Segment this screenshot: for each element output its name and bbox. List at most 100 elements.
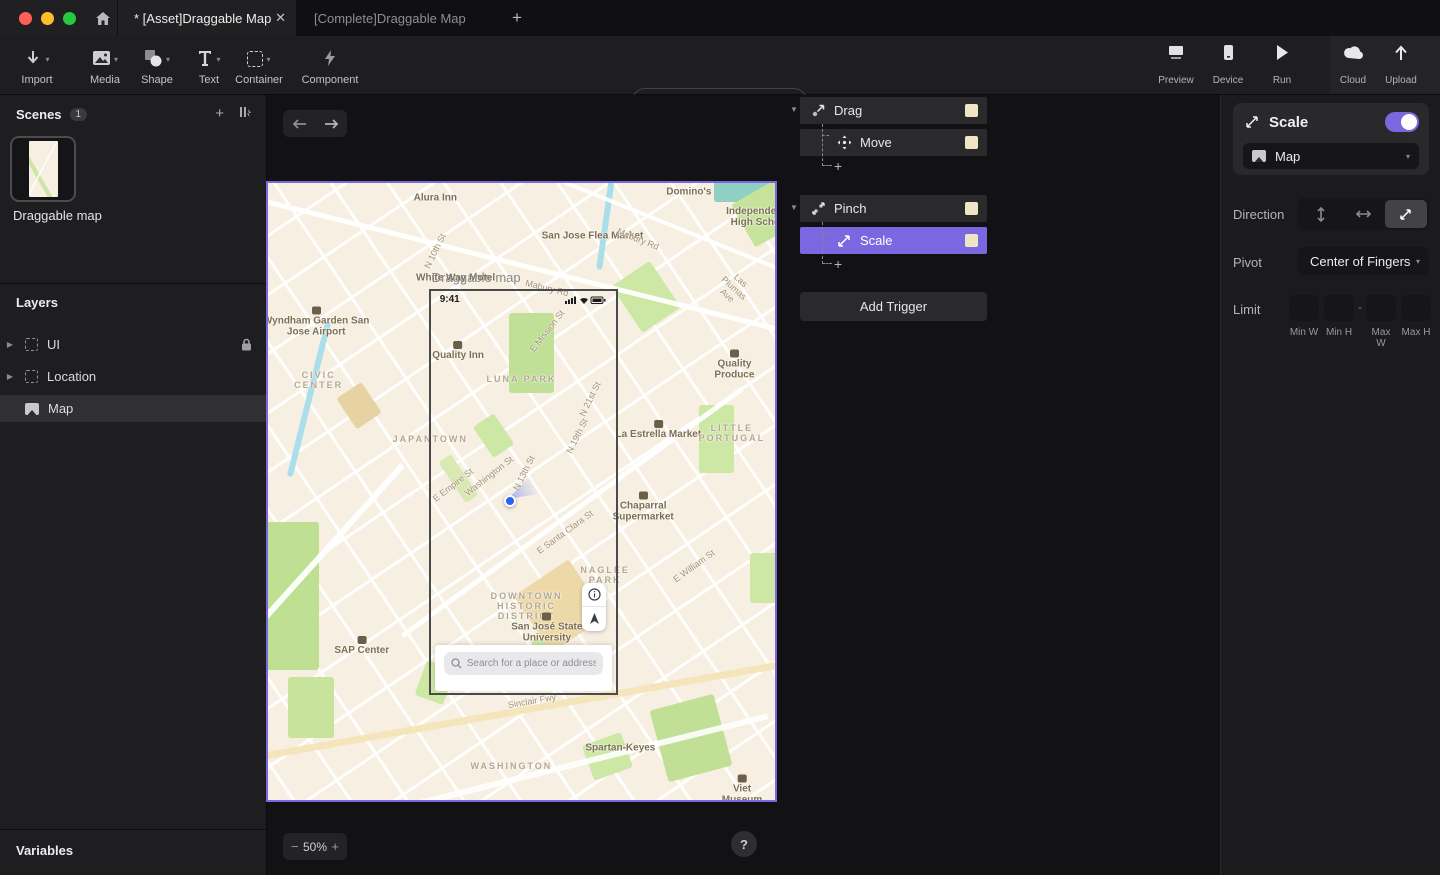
variables-title: Variables <box>16 843 73 858</box>
response-connector-stub <box>822 233 829 234</box>
scale-icon <box>1245 115 1259 129</box>
trigger-row-pinch[interactable]: Pinch <box>800 195 987 222</box>
close-window-button[interactable] <box>19 12 32 25</box>
disclosure-right-icon[interactable]: ▶ <box>0 372 20 381</box>
left-panel: Scenes 1 + Draggable map Layers ▶ UI ▶ L… <box>0 95 267 875</box>
add-trigger-button[interactable]: Add Trigger <box>800 292 987 321</box>
forward-button[interactable] <box>324 118 339 130</box>
lock-icon[interactable] <box>241 338 252 351</box>
window-controls <box>0 0 117 36</box>
device-icon <box>1223 44 1234 61</box>
home-icon[interactable] <box>95 11 111 26</box>
media-button[interactable]: ▾ Media <box>76 43 134 89</box>
phone-statusbar: 9:41 <box>431 291 617 309</box>
response-connector <box>822 124 832 166</box>
search-field[interactable] <box>444 652 604 675</box>
scene-floating-label: Draggable map <box>432 270 521 285</box>
divider <box>0 829 267 830</box>
scene-thumbnail-draggable-map[interactable] <box>10 136 76 202</box>
limit-field-label: Max H <box>1401 327 1431 338</box>
layer-row-location[interactable]: ▶ Location <box>0 363 266 390</box>
back-button[interactable] <box>292 118 307 130</box>
cloud-button[interactable]: Cloud <box>1329 44 1377 88</box>
color-swatch[interactable] <box>965 234 978 247</box>
layers-title: Layers <box>16 295 58 310</box>
search-input[interactable] <box>467 658 597 669</box>
color-swatch[interactable] <box>965 202 978 215</box>
layer-row-ui[interactable]: ▶ UI <box>0 331 266 358</box>
component-lightning-icon <box>323 49 337 67</box>
chevron-down-icon: ▾ <box>266 55 270 64</box>
direction-segmented-control <box>1298 198 1429 230</box>
locate-arrow-button[interactable] <box>582 607 606 631</box>
scene-thumbnail-image <box>29 141 58 197</box>
component-button[interactable]: Component <box>301 43 359 89</box>
info-button[interactable] <box>582 583 606 607</box>
scale-enabled-toggle[interactable] <box>1385 112 1419 132</box>
add-response-button[interactable]: + <box>834 255 854 273</box>
close-tab-icon[interactable]: ✕ <box>275 10 286 26</box>
import-icon <box>24 49 42 67</box>
minimize-window-button[interactable] <box>41 12 54 25</box>
map-patch <box>750 553 775 602</box>
new-tab-button[interactable]: + <box>506 7 528 29</box>
image-layer-icon <box>25 403 39 415</box>
upload-button[interactable]: Upload <box>1377 44 1425 88</box>
device-button[interactable]: Device <box>1204 44 1252 88</box>
color-swatch[interactable] <box>965 136 978 149</box>
direction-diagonal-option[interactable] <box>1385 200 1427 228</box>
zoom-in-button[interactable]: + <box>331 839 339 854</box>
import-button[interactable]: ▾ Import <box>8 43 66 89</box>
map-artboard[interactable]: Alura InnDomino'sSan Jose Flea MarketInd… <box>268 183 775 800</box>
toolbar: ▾ Import ▾ Media ▾ Shape ▾ Text ▾ Contai… <box>0 36 1440 95</box>
direction-horizontal-option[interactable] <box>1342 200 1384 228</box>
limit-min-h-input[interactable] <box>1324 295 1354 321</box>
shape-button[interactable]: ▾ Shape <box>128 43 186 89</box>
trigger-row-drag[interactable]: Drag <box>800 97 987 124</box>
canvas-zoom-control: − 50% + <box>283 833 347 860</box>
scale-property-card: Scale Map ▾ <box>1233 103 1429 175</box>
direction-vertical-option[interactable] <box>1300 200 1342 228</box>
search-card <box>435 645 613 691</box>
chevron-down-icon: ▾ <box>1416 257 1420 266</box>
run-play-icon <box>1275 44 1289 61</box>
layer-row-map[interactable]: Map <box>0 395 266 422</box>
limit-max-w-input[interactable] <box>1366 295 1396 321</box>
target-layer-select[interactable]: Map ▾ <box>1243 143 1419 169</box>
scenes-count-badge: 1 <box>70 108 88 121</box>
shape-icon <box>144 49 163 67</box>
disclosure-down-icon[interactable]: ▼ <box>790 203 798 212</box>
pinch-trigger-icon <box>810 201 826 216</box>
preview-button[interactable]: Preview <box>1152 44 1200 88</box>
scene-sort-icon[interactable] <box>238 105 252 122</box>
zoom-out-button[interactable]: − <box>291 839 299 854</box>
titlebar: * [Asset]Draggable Map ✕ [Complete]Dragg… <box>0 0 1440 36</box>
tab-asset-draggable-map[interactable]: * [Asset]Draggable Map ✕ <box>118 0 296 36</box>
canvas[interactable]: Alura InnDomino'sSan Jose Flea MarketInd… <box>267 95 790 875</box>
maximize-window-button[interactable] <box>63 12 76 25</box>
map-controls-card <box>582 583 606 631</box>
run-button[interactable]: Run <box>1258 44 1306 88</box>
media-icon <box>92 50 111 67</box>
disclosure-right-icon[interactable]: ▶ <box>0 340 20 349</box>
tab-label: [Complete]Draggable Map <box>314 11 466 26</box>
chevron-down-icon: ▾ <box>1406 152 1410 161</box>
limit-max-h-input[interactable] <box>1401 295 1431 321</box>
tab-complete-draggable-map[interactable]: [Complete]Draggable Map <box>300 0 490 36</box>
pivot-select[interactable]: Center of Fingers ▾ <box>1298 247 1429 275</box>
add-response-button[interactable]: + <box>834 157 854 175</box>
properties-panel: Scale Map ▾ Direction Pivot Center of Fi… <box>1220 95 1440 875</box>
chevron-down-icon: ▾ <box>216 55 220 64</box>
limit-label: Limit <box>1233 302 1260 317</box>
container-button[interactable]: ▾ Container <box>230 43 288 89</box>
limit-min-w-input[interactable] <box>1289 295 1319 321</box>
help-button[interactable]: ? <box>731 831 757 857</box>
response-connector <box>822 222 832 264</box>
limit-field-label: Min W <box>1289 327 1319 338</box>
text-icon <box>197 49 213 67</box>
phone-frame[interactable]: 9:41 <box>429 289 619 696</box>
disclosure-down-icon[interactable]: ▼ <box>790 105 798 114</box>
color-swatch[interactable] <box>965 104 978 117</box>
add-scene-button[interactable]: + <box>215 105 224 122</box>
property-title: Scale <box>1269 114 1375 131</box>
